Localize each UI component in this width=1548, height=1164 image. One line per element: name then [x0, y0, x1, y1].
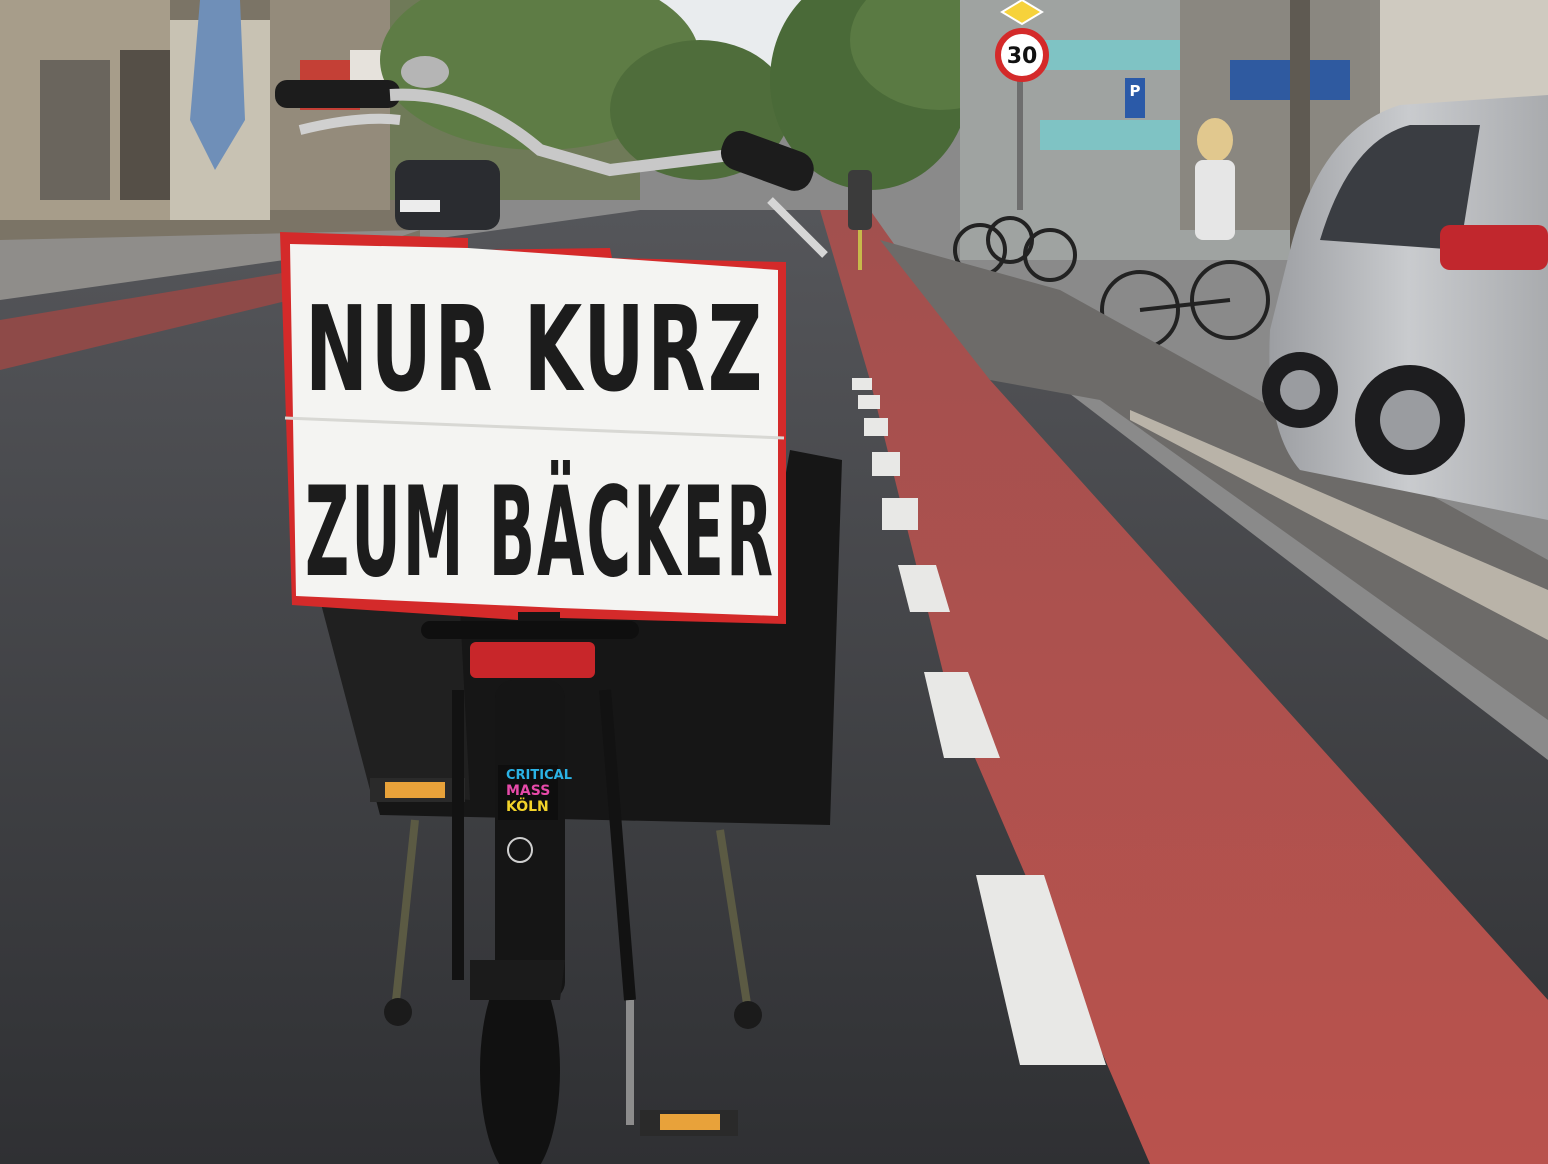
- pedestrian: [1195, 118, 1235, 240]
- bell-icon: [401, 56, 449, 88]
- sticker-line3: KÖLN: [506, 797, 549, 815]
- sticker-line2: MASS: [506, 783, 550, 799]
- cardboard-sign: NUR KURZ ZUM BÄCKER: [280, 232, 786, 624]
- street-photo: 30 P CRITICAL MASS KÖLN NUR KURZ: [0, 0, 1548, 1164]
- parking-sign: P: [1125, 78, 1145, 118]
- parking-sign-letter: P: [1130, 82, 1141, 100]
- street-scene: 30 P CRITICAL MASS KÖLN NUR KURZ: [0, 0, 1548, 1164]
- sign-line-1: NUR KURZ: [305, 280, 765, 418]
- sign-line-2: ZUM BÄCKER: [305, 458, 775, 605]
- distant-car: [395, 160, 500, 230]
- speed-limit-value: 30: [1007, 44, 1038, 69]
- sticker-line1: CRITICAL: [506, 768, 572, 783]
